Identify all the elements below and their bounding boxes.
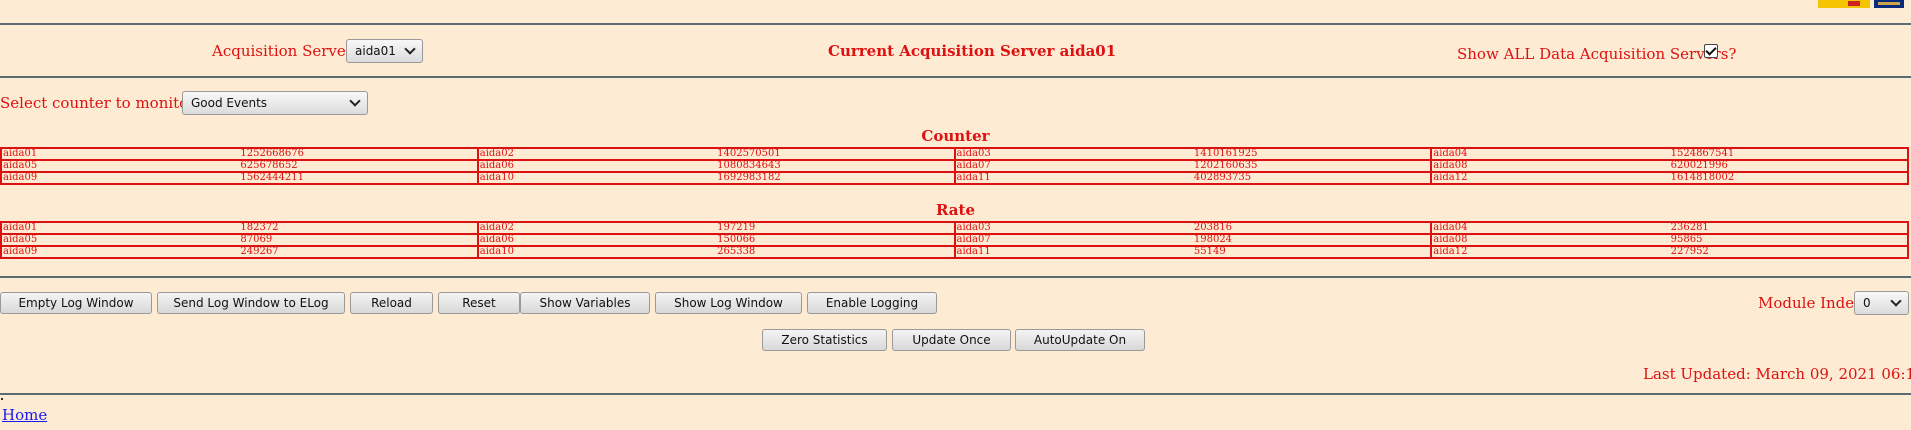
counter-row: aida09 1562444211 aida10 1692983182 aida11 40…: [0, 171, 1910, 185]
sponsor-logo: [1818, 0, 1870, 8]
counter-value: 1080834643: [716, 159, 956, 173]
counter-server-name: aida04: [1430, 147, 1670, 161]
counter-server-name: aida11: [953, 171, 1193, 185]
update-once-button[interactable]: Update Once: [892, 329, 1011, 351]
counter-server-name: aida05: [0, 159, 240, 173]
show-log-button[interactable]: Show Log Window: [655, 292, 802, 314]
rate-server-name: aida01: [0, 221, 240, 235]
counter-server-name: aida07: [953, 159, 1193, 173]
counter-value: 1410161925: [1192, 147, 1433, 161]
rate-value: 55149: [1192, 245, 1433, 259]
zero-statistics-button[interactable]: Zero Statistics: [762, 329, 887, 351]
acquisition-server-select[interactable]: aida01: [346, 39, 423, 63]
counter-server-name: aida09: [0, 171, 240, 185]
rate-server-name: aida02: [476, 221, 717, 235]
counter-value: 1562444211: [239, 171, 479, 185]
rate-value: 198024: [1192, 233, 1433, 247]
rate-server-name: aida03: [953, 221, 1193, 235]
counter-server-name: aida01: [0, 147, 240, 161]
show-all-checkbox[interactable]: [1704, 44, 1718, 58]
counter-value: 625678652: [239, 159, 479, 173]
counter-value: 1692983182: [716, 171, 956, 185]
chevron-down-icon: [404, 43, 416, 55]
empty-log-button[interactable]: Empty Log Window: [0, 292, 152, 314]
send-elog-button[interactable]: Send Log Window to ELog: [157, 292, 345, 314]
divider-header: [0, 76, 1911, 78]
rate-value: 265338: [716, 245, 956, 259]
divider-top: [0, 23, 1911, 25]
counter-server-name: aida08: [1430, 159, 1670, 173]
counter-row: aida01 1252668676 aida02 1402570501 aida03 14…: [0, 147, 1910, 161]
autoupdate-button[interactable]: AutoUpdate On: [1015, 329, 1145, 351]
counter-table: aida01 1252668676 aida02 1402570501 aida03 14…: [0, 147, 1910, 185]
counter-server-name: aida03: [953, 147, 1193, 161]
counter-server-name: aida12: [1430, 171, 1670, 185]
chevron-down-icon: [1890, 295, 1902, 307]
rate-server-name: aida09: [0, 245, 240, 259]
rate-value: 227952: [1669, 245, 1910, 259]
rate-server-name: aida10: [476, 245, 717, 259]
module-index-value: 0: [1863, 296, 1871, 310]
module-index-label: Module Index: [1758, 294, 1863, 312]
rate-server-name: aida04: [1430, 221, 1670, 235]
rate-row: aida05 87069 aida06 150066 aida07 198024 aida0…: [0, 233, 1910, 247]
show-variables-button[interactable]: Show Variables: [520, 292, 650, 314]
show-all-label: Show ALL Data Acquisition Servers?: [1457, 45, 1737, 63]
rate-server-name: aida05: [0, 233, 240, 247]
enable-logging-button[interactable]: Enable Logging: [807, 292, 937, 314]
counter-server-name: aida02: [476, 147, 717, 161]
counter-value: 1402570501: [716, 147, 956, 161]
rate-value: 150066: [716, 233, 956, 247]
reset-button[interactable]: Reset: [438, 292, 520, 314]
counter-value: 402893735: [1192, 171, 1433, 185]
rate-value: 87069: [239, 233, 479, 247]
counter-value: 1614818002: [1669, 171, 1910, 185]
counter-select-label: Select counter to monitor: [0, 94, 196, 112]
rate-value: 95865: [1669, 233, 1910, 247]
counter-value: 1252668676: [239, 147, 479, 161]
counter-select[interactable]: Good Events: [182, 91, 368, 115]
counter-server-name: aida06: [476, 159, 717, 173]
rate-server-name: aida06: [476, 233, 717, 247]
rate-value: 203816: [1192, 221, 1433, 235]
chevron-down-icon: [349, 95, 361, 107]
rate-server-name: aida08: [1430, 233, 1670, 247]
counter-value: 1524867541: [1669, 147, 1910, 161]
rate-row: aida01 182372 aida02 197219 aida03 203816 aida…: [0, 221, 1910, 235]
counter-server-name: aida10: [476, 171, 717, 185]
counter-title: Counter: [921, 127, 990, 145]
rate-value: 182372: [239, 221, 479, 235]
divider-tables: [0, 276, 1911, 278]
last-updated-text: Last Updated: March 09, 2021 06:19:37: [1643, 365, 1911, 383]
counter-row: aida05 625678652 aida06 1080834643 aida07 120…: [0, 159, 1910, 173]
rate-server-name: aida07: [953, 233, 1193, 247]
acquisition-servers-label: Acquisition Servers: [212, 42, 361, 60]
module-index-select[interactable]: 0: [1854, 291, 1909, 315]
rate-server-name: aida11: [953, 245, 1193, 259]
rate-row: aida09 249267 aida10 265338 aida11 55149 aida1…: [0, 245, 1910, 259]
counter-select-value: Good Events: [191, 96, 268, 110]
divider-footer: [0, 393, 1911, 395]
counter-value: 620021996: [1669, 159, 1910, 173]
acquisition-server-value: aida01: [355, 44, 396, 58]
rate-server-name: aida12: [1430, 245, 1670, 259]
rate-table: aida01 182372 aida02 197219 aida03 203816 aida…: [0, 221, 1910, 259]
reload-button[interactable]: Reload: [350, 292, 433, 314]
counter-value: 1202160635: [1192, 159, 1433, 173]
rate-value: 197219: [716, 221, 956, 235]
bullet-dot: [1, 398, 3, 400]
rate-value: 249267: [239, 245, 479, 259]
rate-value: 236281: [1669, 221, 1910, 235]
rate-title: Rate: [935, 201, 975, 219]
institution-logo: [1874, 0, 1904, 8]
current-server-title: Current Acquisition Server aida01: [828, 42, 1117, 60]
home-link[interactable]: Home: [2, 406, 47, 424]
